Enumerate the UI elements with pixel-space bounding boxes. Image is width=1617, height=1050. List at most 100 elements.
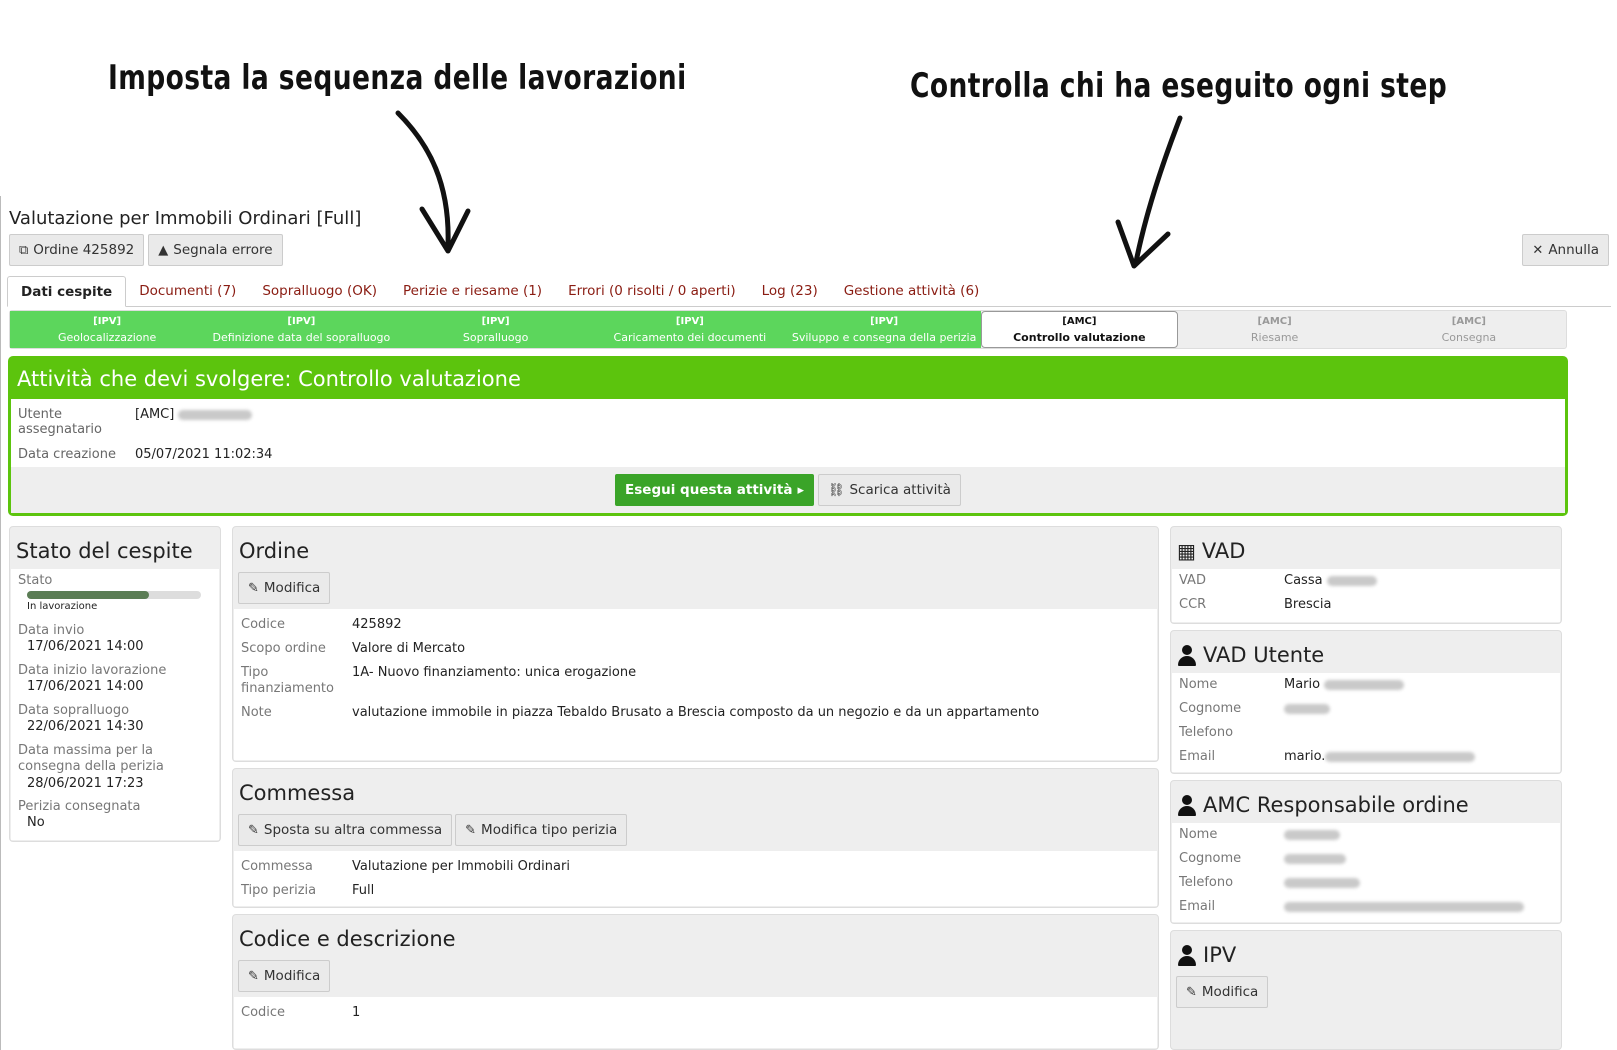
ipv-edit-button[interactable]: ✎ Modifica xyxy=(1176,976,1269,1008)
workflow-steps: [IPV] Geolocalizzazione [IPV] Definizione … xyxy=(9,310,1567,349)
report-error-label: Segnala errore xyxy=(173,242,273,258)
field-label: Perizia consegnata xyxy=(18,799,141,814)
field-value: 28/06/2021 17:23 xyxy=(27,776,144,791)
annotation-steps: Controlla chi ha eseguito ogni step xyxy=(910,66,1448,106)
assignee-label: Utente assegnatario xyxy=(18,407,102,437)
field-label: Scopo ordine xyxy=(241,641,326,656)
field-label: Codice xyxy=(241,1005,286,1020)
field-value: 1A- Nuovo finanziamento: unica erogazion… xyxy=(352,665,637,680)
field-label: Tipo perizia xyxy=(241,883,317,898)
vad-panel: ▦ VAD VAD Cassa CCR Brescia xyxy=(1170,526,1562,624)
field-label: Tipo finanziamento xyxy=(241,665,334,696)
amc-manager-panel: AMC Responsabile ordine Nome Cognome Tel… xyxy=(1170,780,1562,924)
created-value: 05/07/2021 11:02:34 xyxy=(135,447,273,462)
cancel-label: Annulla xyxy=(1548,242,1599,258)
order-edit-label: Modifica xyxy=(263,580,321,596)
code-description-panel: Codice e descrizione ✎ Modifica Codice 1 xyxy=(232,914,1159,1050)
field-label: Email xyxy=(1179,899,1216,914)
move-contract-button[interactable]: ✎ Sposta su altra commessa xyxy=(238,814,453,846)
app-window: Valutazione per Immobili Ordinari [Full]… xyxy=(0,196,1617,1050)
field-label: Telefono xyxy=(1179,875,1234,890)
tab-errori[interactable]: Errori (0 risolti / 0 aperti) xyxy=(555,276,749,307)
external-link-icon: ⧉ xyxy=(19,242,29,258)
code-description-title: Codice e descrizione xyxy=(239,927,456,951)
field-label: Telefono xyxy=(1179,725,1234,740)
step-caricamento-documenti[interactable]: [IPV] Caricamento dei documenti xyxy=(592,311,787,348)
step-sopralluogo[interactable]: [IPV] Sopralluogo xyxy=(398,311,593,348)
field-value: No xyxy=(27,815,45,830)
tab-documenti[interactable]: Documenti (7) xyxy=(126,276,249,307)
discard-activity-label: Scarica attività xyxy=(849,482,951,498)
step-sviluppo-perizia[interactable]: [IPV] Sviluppo e consegna della perizia xyxy=(787,311,982,348)
redacted-value xyxy=(1284,853,1346,864)
field-value: 22/06/2021 14:30 xyxy=(27,719,144,734)
field-value: Cassa xyxy=(1284,573,1323,588)
edit-appraisal-type-button[interactable]: ✎ Modifica tipo perizia xyxy=(455,814,628,846)
user-icon xyxy=(1177,794,1197,816)
field-value: mario. xyxy=(1284,749,1326,764)
user-icon xyxy=(1177,944,1197,966)
field-value: 1 xyxy=(352,1005,361,1020)
field-label: Data invio xyxy=(18,623,85,638)
report-error-button[interactable]: ▲ Segnala errore xyxy=(148,234,283,266)
execute-activity-label: Esegui questa attività xyxy=(625,482,793,498)
field-value: Valore di Mercato xyxy=(352,641,466,656)
field-value: Full xyxy=(352,883,375,898)
annotation-sequence: Imposta la sequenza delle lavorazioni xyxy=(108,58,687,98)
field-value: Mario xyxy=(1284,677,1321,692)
step-controllo-valutazione[interactable]: [AMC] Controllo valutazione xyxy=(981,311,1178,348)
order-button-label: Ordine 425892 xyxy=(33,242,135,258)
redacted-value xyxy=(1326,575,1377,586)
tab-bar: Dati cespite Documenti (7) Sopralluogo (… xyxy=(7,276,1611,307)
redacted-value xyxy=(1284,829,1340,840)
unlink-icon: ⛓ xyxy=(827,482,845,498)
user-icon xyxy=(1177,644,1197,666)
pencil-icon: ✎ xyxy=(248,580,259,596)
ipv-title: IPV xyxy=(1203,943,1237,967)
step-riesame[interactable]: [AMC] Riesame xyxy=(1178,311,1372,348)
tab-sopralluogo[interactable]: Sopralluogo (OK) xyxy=(249,276,390,307)
field-value: Valutazione per Immobili Ordinari xyxy=(352,859,570,874)
redacted-value xyxy=(1284,901,1524,912)
cancel-button[interactable]: ✕ Annulla xyxy=(1522,234,1609,266)
activity-panel: Attività che devi svolgere: Controllo va… xyxy=(8,356,1568,516)
field-label: Codice xyxy=(241,617,286,632)
field-label: Nome xyxy=(1179,827,1218,842)
redacted-value xyxy=(1284,703,1330,714)
pencil-icon: ✎ xyxy=(248,822,259,838)
tab-gestione-attivita[interactable]: Gestione attività (6) xyxy=(831,276,993,307)
amc-manager-title: AMC Responsabile ordine xyxy=(1203,793,1469,817)
field-value: 17/06/2021 14:00 xyxy=(27,639,144,654)
field-value: Brescia xyxy=(1284,597,1332,612)
field-label: Data inizio lavorazione xyxy=(18,663,167,678)
field-label: Cognome xyxy=(1179,701,1242,716)
field-value: 425892 xyxy=(352,617,402,632)
code-edit-label: Modifica xyxy=(263,968,321,984)
asset-status-panel: Stato del cespite Stato In lavorazione D… xyxy=(9,526,221,842)
pencil-icon: ✎ xyxy=(1186,984,1197,1000)
move-contract-label: Sposta su altra commessa xyxy=(263,822,443,838)
order-button[interactable]: ⧉ Ordine 425892 xyxy=(9,234,145,266)
step-consegna[interactable]: [AMC] Consegna xyxy=(1372,311,1566,348)
warning-icon: ▲ xyxy=(158,242,169,258)
execute-activity-button[interactable]: Esegui questa attività ▸ xyxy=(615,474,814,506)
vad-user-title: VAD Utente xyxy=(1203,643,1325,667)
field-value: valutazione immobile in piazza Tebaldo B… xyxy=(352,705,1040,720)
order-edit-button[interactable]: ✎ Modifica xyxy=(238,572,331,604)
tab-log[interactable]: Log (23) xyxy=(749,276,831,307)
contract-panel: Commessa ✎ Sposta su altra commessa ✎ Mo… xyxy=(232,768,1159,908)
field-label: Data massima per la consegna della periz… xyxy=(18,743,164,774)
discard-activity-button[interactable]: ⛓ Scarica attività xyxy=(817,474,961,506)
order-title: Ordine xyxy=(239,539,310,563)
tab-perizie[interactable]: Perizie e riesame (1) xyxy=(390,276,555,307)
edit-appraisal-type-label: Modifica tipo perizia xyxy=(481,822,618,838)
step-definizione-data[interactable]: [IPV] Definizione data del sopralluogo xyxy=(204,311,399,348)
code-edit-button[interactable]: ✎ Modifica xyxy=(238,960,331,992)
tab-dati-cespite[interactable]: Dati cespite xyxy=(7,276,127,307)
step-geolocalizzazione[interactable]: [IPV] Geolocalizzazione xyxy=(10,311,205,348)
vad-title: VAD xyxy=(1201,539,1246,563)
ipv-edit-label: Modifica xyxy=(1201,984,1259,1000)
pencil-icon: ✎ xyxy=(248,968,259,984)
page-title: Valutazione per Immobili Ordinari [Full] xyxy=(9,208,362,229)
asset-status-title: Stato del cespite xyxy=(16,539,193,563)
